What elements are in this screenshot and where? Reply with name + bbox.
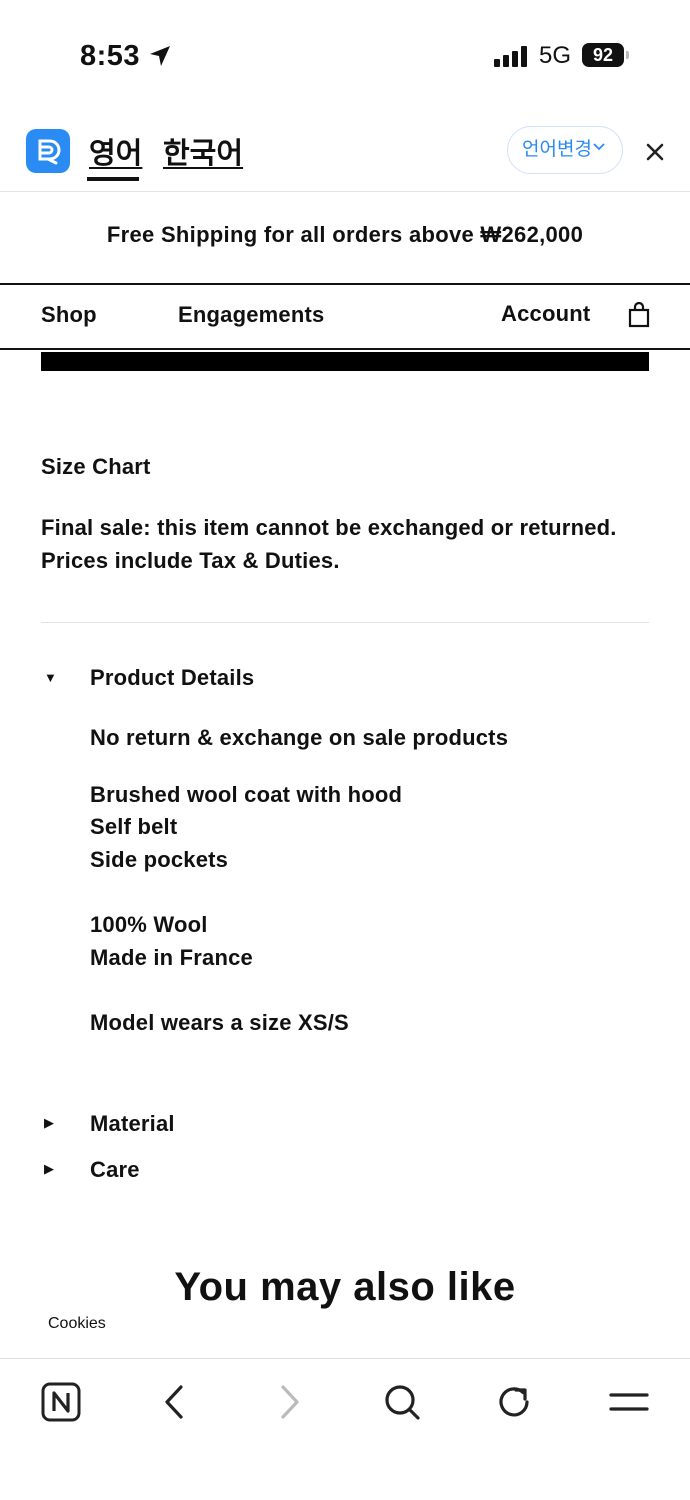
size-chart-link[interactable]: Size Chart (41, 454, 151, 480)
details-line: Brushed wool coat with hood (90, 782, 403, 807)
refresh-icon[interactable] (494, 1381, 536, 1423)
nav-shop[interactable]: Shop (41, 302, 97, 328)
material-toggle[interactable]: Material (90, 1111, 175, 1137)
cookies-link[interactable]: Cookies (48, 1315, 106, 1333)
search-icon[interactable] (381, 1381, 423, 1423)
translator-logo-icon (26, 129, 70, 173)
triangle-down-icon: ▼ (44, 670, 57, 685)
chevron-down-icon (593, 143, 605, 151)
product-details-toggle[interactable]: Product Details (90, 665, 254, 691)
promo-banner: Free Shipping for all orders above ₩262,… (106, 222, 584, 247)
location-arrow-icon (150, 46, 170, 66)
details-line: Model wears a size XS/S (90, 1010, 349, 1035)
nav-engagements[interactable]: Engagements (178, 302, 324, 328)
tab-target-language[interactable]: 한국어 (163, 130, 243, 172)
details-line: Made in France (90, 945, 253, 970)
recommendations-title: You may also like (174, 1265, 516, 1309)
details-no-return: No return & exchange on sale products (90, 725, 509, 750)
cellular-signal-icon (494, 45, 528, 67)
details-line: 100% Wool (90, 912, 208, 937)
shopping-bag-icon[interactable] (628, 302, 650, 328)
final-sale-note: Final sale: this item cannot be exchange… (41, 515, 617, 540)
nav-account[interactable]: Account (501, 301, 590, 327)
close-icon[interactable] (644, 141, 666, 163)
change-language-button[interactable]: 언어변경 (507, 126, 623, 174)
status-time: 8:53 (80, 40, 141, 72)
details-divider (41, 622, 649, 623)
add-to-cart-bar[interactable] (41, 352, 649, 371)
site-nav: Shop Engagements Account (0, 286, 690, 348)
details-line: Side pockets (90, 847, 229, 872)
menu-icon[interactable] (607, 1381, 651, 1423)
nav-top-rule (0, 283, 690, 285)
translate-bar: 영어 한국어 언어변경 (0, 110, 690, 192)
tab-source-language[interactable]: 영어 (89, 130, 142, 172)
active-tab-indicator (87, 177, 139, 181)
status-bar: 8:53 5G 92 (0, 0, 690, 110)
nav-bottom-rule (0, 348, 690, 350)
battery-indicator: 92 (582, 43, 624, 67)
triangle-right-icon: ▶ (44, 1161, 54, 1176)
back-icon[interactable] (154, 1381, 196, 1423)
naver-home-icon[interactable] (40, 1381, 82, 1423)
change-language-label: 언어변경 (522, 139, 592, 160)
triangle-right-icon: ▶ (44, 1115, 54, 1130)
browser-toolbar (0, 1358, 690, 1500)
care-toggle[interactable]: Care (90, 1157, 140, 1183)
details-line: Self belt (90, 814, 178, 839)
prices-note: Prices include Tax & Duties. (41, 548, 340, 573)
forward-icon[interactable] (268, 1381, 310, 1423)
network-type: 5G (539, 42, 572, 69)
battery-cap (626, 51, 629, 59)
